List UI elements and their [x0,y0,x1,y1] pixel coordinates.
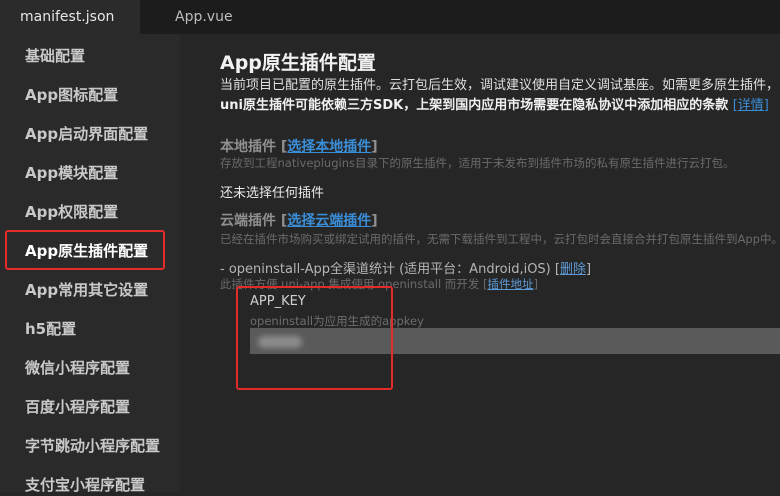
cloud-plugins-hint: 已经在插件市场购买或绑定试用的插件，无需下载插件到工程中，云打包时会直接合并打包… [220,232,780,246]
doc-close: ] [533,277,538,291]
sidebar-item-basic[interactable]: 基础配置 [25,45,85,67]
details-link[interactable]: [详情] [733,98,769,113]
cloud-plugins-heading: 云端插件 [选择云端插件] [220,210,378,230]
local-link-close: ] [371,139,378,155]
cloud-link-close: ] [371,213,378,229]
sidebar-item-toutiao[interactable]: 字节跳动小程序配置 [25,435,160,457]
sidebar-item-h5[interactable]: h5配置 [25,318,76,340]
editor-tab-bar: manifest.json App.vue [0,0,780,34]
main-panel: App原生插件配置 当前项目已配置的原生插件。云打包后生效，调试建议使用自定义调… [180,34,780,492]
sidebar-item-app-native-plugins[interactable]: App原生插件配置 [25,240,148,262]
tab-app-vue[interactable]: App.vue [155,0,265,34]
sidebar-item-app-permissions[interactable]: App权限配置 [25,201,118,223]
plugin-name: - openinstall-App全渠道统计 (适用平台：Android,iOS… [220,262,551,277]
sidebar-item-baidu[interactable]: 百度小程序配置 [25,396,130,418]
local-plugins-hint: 存放到工程nativeplugins目录下的原生插件，适用于未发布到插件市场的私… [220,156,735,170]
sidebar-item-app-other-settings[interactable]: App常用其它设置 [25,279,148,301]
plugin-entry: - openinstall-App全渠道统计 (适用平台：Android,iOS… [220,258,591,277]
local-plugins-heading: 本地插件 [选择本地插件] [220,136,378,156]
no-plugin-text: 还未选择任何插件 [220,186,325,201]
cloud-plugins-title: 云端插件 [220,213,276,229]
sidebar-item-alipay[interactable]: 支付宝小程序配置 [25,474,145,496]
delete-close: ] [585,262,592,277]
sidebar-item-app-modules[interactable]: App模块配置 [25,162,118,184]
sidebar-item-app-icon[interactable]: App图标配置 [25,84,118,106]
page-description: 当前项目已配置的原生插件。云打包后生效，调试建议使用自定义调试基座。如需更多原生… [220,78,780,93]
select-local-plugin-link[interactable]: 选择本地插件 [287,139,371,155]
select-cloud-plugin-link[interactable]: 选择云端插件 [287,213,371,229]
app-key-highlight [236,286,393,390]
privacy-notice-text: uni原生插件可能依赖三方SDK，上架到国内应用市场需要在隐私协议中添加相应的条… [220,98,729,113]
delete-plugin-link[interactable]: 删除 [560,262,586,277]
config-sidebar: 基础配置 App图标配置 App启动界面配置 App模块配置 App权限配置 A… [0,34,180,494]
privacy-notice: uni原生插件可能依赖三方SDK，上架到国内应用市场需要在隐私协议中添加相应的条… [220,94,769,113]
tab-manifest-json[interactable]: manifest.json [0,0,140,34]
page-title: App原生插件配置 [220,52,376,74]
plugin-url-link[interactable]: 插件地址 [487,277,533,291]
local-plugins-title: 本地插件 [220,139,276,155]
sidebar-item-app-splash[interactable]: App启动界面配置 [25,123,148,145]
sidebar-item-weixin[interactable]: 微信小程序配置 [25,357,130,379]
